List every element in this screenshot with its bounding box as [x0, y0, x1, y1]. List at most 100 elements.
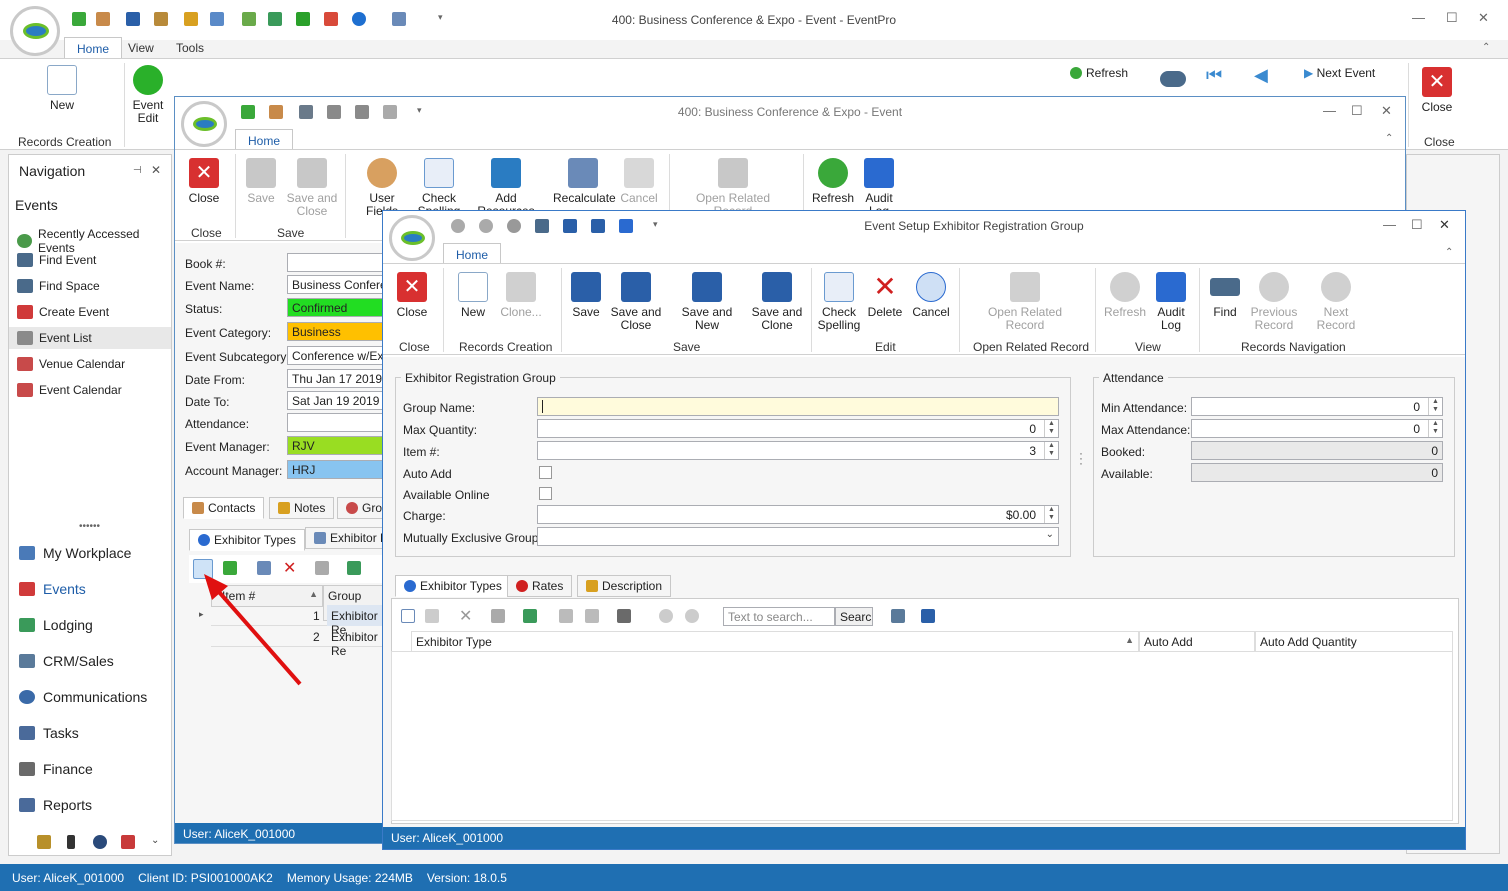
- tab-view[interactable]: View: [116, 37, 166, 59]
- event-check-spelling-button[interactable]: Check Spelling: [417, 158, 461, 218]
- event-audit-log-button[interactable]: Audit Log: [861, 158, 897, 218]
- nav-item-event-list[interactable]: Event List: [9, 327, 171, 349]
- module-events[interactable]: Events: [19, 581, 86, 597]
- dialog-minimize-icon[interactable]: —: [1383, 217, 1396, 232]
- nav-close-icon[interactable]: ✕: [151, 163, 161, 177]
- status-field[interactable]: Confirmed: [287, 298, 387, 317]
- date-to-field[interactable]: Sat Jan 19 2019: [287, 391, 387, 410]
- dialog-new-button[interactable]: New: [455, 272, 491, 319]
- target-icon[interactable]: [93, 835, 107, 849]
- event-save-button[interactable]: Save: [243, 158, 279, 205]
- first-record-icon[interactable]: ⏮: [1206, 66, 1222, 84]
- database-icon[interactable]: [37, 835, 51, 849]
- user-fields-button[interactable]: User Fields: [353, 158, 411, 218]
- previous-record-icon[interactable]: ◀: [1254, 66, 1268, 84]
- module-reports[interactable]: Reports: [19, 797, 92, 813]
- subcategory-field[interactable]: Conference w/Expo: [287, 346, 387, 365]
- pin-icon[interactable]: ⊣: [133, 165, 142, 176]
- attendance-field[interactable]: [287, 413, 387, 432]
- dialog-grid-header-auto-add[interactable]: Auto Add: [1139, 631, 1255, 653]
- event-subtab-exhibitor-types[interactable]: Exhibitor Types: [189, 529, 305, 551]
- event-cancel-button[interactable]: Cancel: [619, 158, 659, 205]
- dialog-save-new-button[interactable]: Save and New: [669, 272, 745, 332]
- tab-home[interactable]: Home: [64, 37, 123, 59]
- spin-icon[interactable]: ▲ ▼: [1428, 420, 1442, 437]
- layout-icon[interactable]: [585, 609, 599, 623]
- module-tasks[interactable]: Tasks: [19, 725, 79, 741]
- find-icon[interactable]: [891, 609, 905, 623]
- dialog-previous-record-button[interactable]: Previous Record: [1249, 272, 1299, 332]
- event-open-related-button[interactable]: Open Related Record: [695, 158, 771, 218]
- export-icon[interactable]: [523, 609, 537, 623]
- filter-icon[interactable]: [617, 609, 631, 623]
- splitter-handle[interactable]: · · ·: [1079, 447, 1083, 469]
- spin-icon[interactable]: ▲ ▼: [1044, 420, 1058, 437]
- event-ribbon-collapse-icon[interactable]: ⌃: [1385, 133, 1393, 144]
- module-crm-sales[interactable]: CRM/Sales: [19, 653, 114, 669]
- event-refresh-button[interactable]: Refresh: [811, 158, 855, 205]
- min-attendance-input[interactable]: 0 ▲ ▼: [1191, 397, 1443, 416]
- event-name-field[interactable]: Business Conferenc: [287, 275, 387, 294]
- up-arrow-icon[interactable]: [659, 609, 673, 623]
- main-close-button[interactable]: ✕ Close: [1420, 67, 1454, 114]
- dialog-grid-header-auto-add-qty[interactable]: Auto Add Quantity: [1255, 631, 1453, 653]
- dialog-ribbon-collapse-icon[interactable]: ⌃: [1445, 247, 1453, 258]
- maximize-icon[interactable]: ☐: [1446, 10, 1458, 26]
- spin-icon[interactable]: ▲ ▼: [1044, 506, 1058, 523]
- event-maximize-icon[interactable]: ☐: [1351, 103, 1363, 119]
- chevron-down-icon[interactable]: ⌄: [1046, 529, 1054, 540]
- auto-add-checkbox[interactable]: [539, 466, 552, 479]
- charge-input[interactable]: $0.00 ▲ ▼: [537, 505, 1059, 524]
- dialog-check-spelling-button[interactable]: Check Spelling: [817, 272, 861, 332]
- dialog-tab-description[interactable]: Description: [577, 575, 672, 597]
- binoculars-icon[interactable]: [1160, 71, 1186, 87]
- save-layout-icon[interactable]: [921, 609, 935, 623]
- exclusive-groups-select[interactable]: ⌄: [537, 527, 1059, 546]
- event-manager-field[interactable]: RJV: [287, 436, 387, 455]
- nav-item-create-event[interactable]: Create Event: [17, 305, 109, 319]
- dialog-refresh-button[interactable]: Refresh: [1103, 272, 1147, 319]
- grid-search-input[interactable]: Text to search...: [723, 607, 835, 626]
- max-attendance-input[interactable]: 0 ▲ ▼: [1191, 419, 1443, 438]
- ribbon-collapse-icon[interactable]: ⌃: [1482, 42, 1490, 53]
- dialog-tab-rates[interactable]: Rates: [507, 575, 573, 597]
- dialog-next-record-button[interactable]: Next Record: [1303, 272, 1369, 332]
- dialog-logo[interactable]: [389, 215, 435, 261]
- dialog-cancel-button[interactable]: Cancel: [911, 272, 951, 319]
- dialog-clone-button[interactable]: Clone...: [499, 272, 543, 319]
- category-field[interactable]: Business: [287, 322, 387, 341]
- date-from-field[interactable]: Thu Jan 17 2019: [287, 369, 387, 388]
- tab-tools[interactable]: Tools: [164, 37, 216, 59]
- module-lodging[interactable]: Lodging: [19, 617, 93, 633]
- event-close-button[interactable]: ✕ Close: [187, 158, 221, 205]
- nav-item-find-event[interactable]: Find Event: [17, 253, 96, 267]
- close-icon[interactable]: ✕: [1478, 10, 1489, 26]
- print-icon[interactable]: [491, 609, 505, 623]
- clone-icon[interactable]: [425, 609, 439, 623]
- account-manager-field[interactable]: HRJ: [287, 460, 387, 479]
- dialog-audit-log-button[interactable]: Audit Log: [1153, 272, 1189, 332]
- next-event-button[interactable]: ▶ Next Event: [1304, 67, 1375, 80]
- new-record-icon[interactable]: [401, 609, 415, 623]
- nav-item-recently-accessed[interactable]: Recently Accessed Events: [17, 227, 171, 255]
- item-number-input[interactable]: 3 ▲ ▼: [537, 441, 1059, 460]
- dialog-maximize-icon[interactable]: ☐: [1411, 217, 1423, 233]
- down-arrow-icon[interactable]: [685, 609, 699, 623]
- event-save-close-button[interactable]: Save and Close: [285, 158, 339, 218]
- export-icon[interactable]: [347, 561, 361, 575]
- nav-item-event-calendar[interactable]: Event Calendar: [17, 383, 122, 397]
- event-tab-notes[interactable]: Notes: [269, 497, 335, 519]
- dialog-close-button[interactable]: ✕ Close: [395, 272, 429, 319]
- dialog-save-clone-button[interactable]: Save and Clone: [749, 272, 805, 332]
- module-my-workplace[interactable]: My Workplace: [19, 545, 131, 561]
- dialog-grid-header-type[interactable]: Exhibitor Type ▲: [411, 631, 1139, 653]
- spin-icon[interactable]: ▲ ▼: [1044, 442, 1058, 459]
- up-arrow-icon[interactable]: [451, 219, 465, 233]
- chevron-down-icon[interactable]: ⌄: [151, 835, 159, 846]
- dialog-tab-home[interactable]: Home: [443, 243, 502, 265]
- dialog-delete-button[interactable]: ✕ Delete: [865, 272, 905, 319]
- recalculate-button[interactable]: Recalculate: [553, 158, 616, 205]
- event-tab-contacts[interactable]: Contacts: [183, 497, 265, 519]
- module-finance[interactable]: Finance: [19, 761, 93, 777]
- splitter-grip[interactable]: ••••••: [79, 521, 100, 532]
